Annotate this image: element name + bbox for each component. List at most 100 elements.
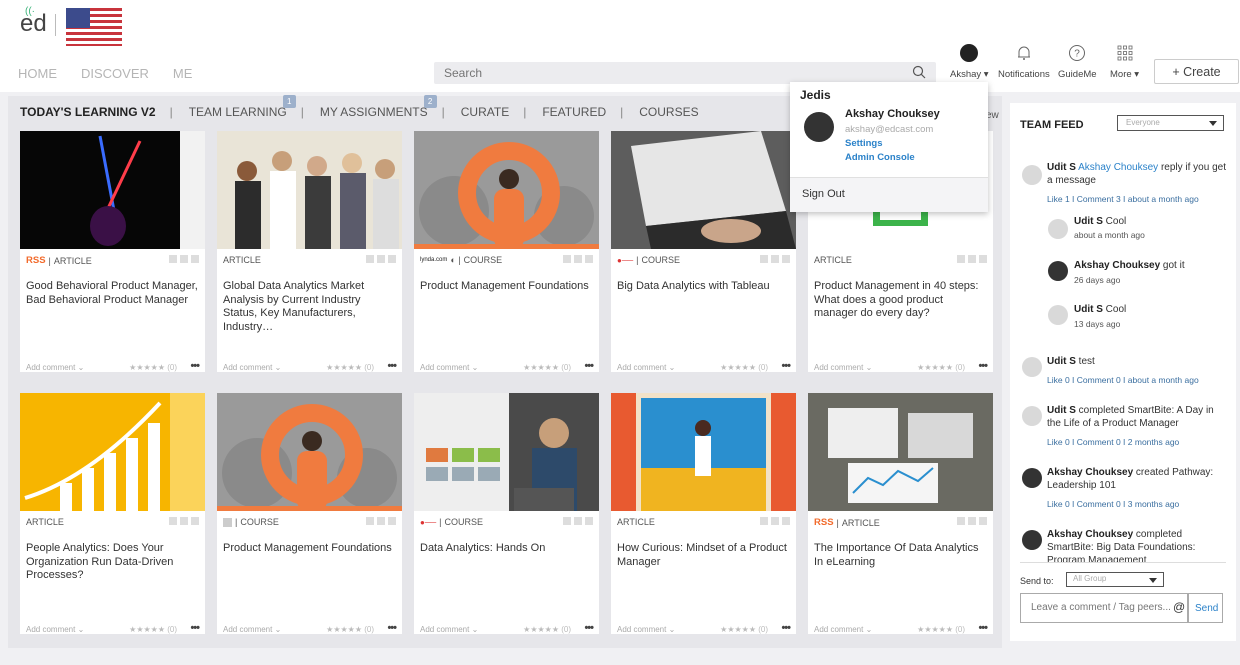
add-comment-link[interactable]: Add comment ⌄ — [26, 363, 84, 372]
feed-reply: Udit S Cool — [1074, 304, 1127, 315]
card-type: ARTICLE — [26, 517, 64, 527]
feed-reply: Udit S Cool — [1074, 216, 1127, 227]
add-comment-link[interactable]: Add comment ⌄ — [420, 625, 478, 634]
more-options-icon[interactable]: ••• — [978, 622, 988, 634]
guideme-button[interactable]: ? GuideMe — [1058, 44, 1097, 80]
add-comment-link[interactable]: Add comment ⌄ — [617, 625, 675, 634]
notifications-button[interactable]: Notifications — [998, 44, 1050, 80]
comment-input[interactable]: Leave a comment / Tag peers... — [1020, 593, 1188, 623]
star-rating[interactable]: ★★★★★ (0) — [720, 363, 768, 372]
send-button[interactable]: Send — [1188, 593, 1223, 623]
content-card[interactable]: lynda.com ◐ | COURSE Product Management … — [414, 131, 599, 372]
tab-my-assignments[interactable]: MY ASSIGNMENTS 2 — [320, 95, 437, 119]
more-options-icon[interactable]: ••• — [190, 622, 200, 634]
add-comment-link[interactable]: Add comment ⌄ — [223, 363, 281, 372]
card-title[interactable]: How Curious: Mindset of a Product Manage… — [617, 542, 789, 569]
more-options-icon[interactable]: ••• — [387, 622, 397, 634]
tab-courses[interactable]: COURSES — [639, 105, 698, 119]
card-footer: Add comment ⌄ ★★★★★ (0) ••• — [223, 360, 397, 372]
avatar — [1048, 305, 1068, 325]
tab-curate[interactable]: CURATE — [461, 105, 509, 119]
card-type: ARTICLE — [223, 255, 261, 265]
card-type: COURSE — [240, 517, 279, 527]
card-image — [20, 131, 205, 249]
feed-filter-select[interactable]: Everyone — [1117, 115, 1224, 131]
content-card[interactable]: | COURSE Product Management Foundations … — [217, 393, 402, 634]
content-card[interactable]: RSS | ARTICLE Good Behavioral Product Man… — [20, 131, 205, 372]
add-comment-link[interactable]: Add comment ⌄ — [26, 625, 84, 634]
add-comment-link[interactable]: Add comment ⌄ — [223, 625, 281, 634]
nav-me[interactable]: ME — [173, 66, 193, 81]
scientist-lab-image — [611, 393, 796, 511]
add-comment-link[interactable]: Add comment ⌄ — [420, 363, 478, 372]
more-options-icon[interactable]: ••• — [584, 622, 594, 634]
group-select[interactable]: All Group — [1066, 572, 1164, 587]
star-rating[interactable]: ★★★★★ (0) — [129, 625, 177, 634]
card-title[interactable]: People Analytics: Does Your Organization… — [26, 542, 198, 583]
content-card[interactable]: RSS | ARTICLE The Importance Of Data Anal… — [808, 393, 993, 634]
more-options-icon[interactable]: ••• — [781, 360, 791, 372]
feed-item-meta[interactable]: Like 0 I Comment 0 I 3 months ago — [1047, 499, 1179, 509]
card-footer: Add comment ⌄ ★★★★★ (0) ••• — [26, 360, 200, 372]
content-card[interactable]: ARTICLE How Curious: Mindset of a Produc… — [611, 393, 796, 634]
feed-item-meta[interactable]: Like 0 I Comment 0 I 2 months ago — [1047, 437, 1179, 447]
settings-link[interactable]: Settings — [845, 138, 882, 149]
star-rating[interactable]: ★★★★★ (0) — [523, 625, 571, 634]
card-status-squares — [366, 517, 396, 525]
more-options-icon[interactable]: ••• — [781, 622, 791, 634]
rss-logo: RSS — [814, 517, 834, 528]
card-footer: Add comment ⌄ ★★★★★ (0) ••• — [420, 622, 594, 634]
feed-item-meta[interactable]: Like 1 I Comment 3 I about a month ago — [1047, 194, 1199, 204]
content-card[interactable]: ARTICLE Global Data Analytics Market Ana… — [217, 131, 402, 372]
search-input[interactable] — [434, 62, 894, 84]
mention-icon[interactable]: @ — [1173, 600, 1185, 614]
tab-todays-learning[interactable]: TODAY'S LEARNING V2 — [20, 105, 156, 119]
star-rating[interactable]: ★★★★★ (0) — [326, 363, 374, 372]
user-menu[interactable]: Akshay ▾ — [950, 44, 989, 80]
card-title[interactable]: Data Analytics: Hands On — [420, 542, 592, 556]
feed-item-meta[interactable]: Like 0 I Comment 0 I about a month ago — [1047, 375, 1199, 385]
bell-icon — [1017, 46, 1030, 60]
avatar — [1048, 261, 1068, 281]
tab-separator: | — [300, 105, 304, 119]
search-icon[interactable] — [912, 65, 926, 79]
team-feed: TEAM FEED Everyone Udit S Akshay Choukse… — [1010, 103, 1236, 641]
create-button[interactable]: + Create — [1154, 59, 1239, 84]
card-title[interactable]: Product Management Foundations — [420, 280, 592, 294]
card-footer: Add comment ⌄ ★★★★★ (0) ••• — [814, 360, 988, 372]
card-type: ARTICLE — [841, 517, 880, 528]
add-comment-link[interactable]: Add comment ⌄ — [814, 625, 872, 634]
nav-home[interactable]: HOME — [18, 66, 57, 81]
star-rating[interactable]: ★★★★★ (0) — [917, 625, 965, 634]
card-title[interactable]: Global Data Analytics Market Analysis by… — [223, 280, 395, 334]
tab-featured[interactable]: FEATURED — [542, 105, 606, 119]
content-card[interactable]: ●── | COURSE Data Analytics: Hands On Ad… — [414, 393, 599, 634]
admin-console-link[interactable]: Admin Console — [845, 152, 915, 163]
tab-badge: 2 — [423, 95, 437, 108]
more-options-icon[interactable]: ••• — [387, 360, 397, 372]
star-rating[interactable]: ★★★★★ (0) — [917, 363, 965, 372]
more-options-icon[interactable]: ••• — [978, 360, 988, 372]
star-rating[interactable]: ★★★★★ (0) — [523, 363, 571, 372]
more-options-icon[interactable]: ••• — [584, 360, 594, 372]
add-comment-link[interactable]: Add comment ⌄ — [617, 363, 675, 372]
star-rating[interactable]: ★★★★★ (0) — [720, 625, 768, 634]
tab-team-learning[interactable]: TEAM LEARNING 1 — [189, 95, 296, 119]
more-options-icon[interactable]: ••• — [190, 360, 200, 372]
card-title[interactable]: Big Data Analytics with Tableau — [617, 280, 789, 294]
avatar — [1022, 357, 1042, 377]
more-menu[interactable]: More ▾ — [1110, 44, 1139, 80]
add-comment-link[interactable]: Add comment ⌄ — [814, 363, 872, 372]
card-title[interactable]: Good Behavioral Product Manager, Bad Beh… — [26, 280, 198, 307]
card-title[interactable]: Product Management Foundations — [223, 542, 395, 556]
card-title[interactable]: Product Management in 40 steps: What doe… — [814, 280, 986, 321]
nav-discover[interactable]: DISCOVER — [81, 66, 149, 81]
content-card[interactable]: ARTICLE People Analytics: Does Your Orga… — [20, 393, 205, 634]
tab-separator: | — [169, 105, 173, 119]
edcast-logo[interactable]: ((· ed — [20, 6, 47, 38]
sign-out-button[interactable]: Sign Out — [790, 177, 988, 212]
card-title[interactable]: The Importance Of Data Analytics In eLea… — [814, 542, 986, 569]
content-card[interactable]: ●── | COURSE Big Data Analytics with Tab… — [611, 131, 796, 372]
star-rating[interactable]: ★★★★★ (0) — [326, 625, 374, 634]
star-rating[interactable]: ★★★★★ (0) — [129, 363, 177, 372]
